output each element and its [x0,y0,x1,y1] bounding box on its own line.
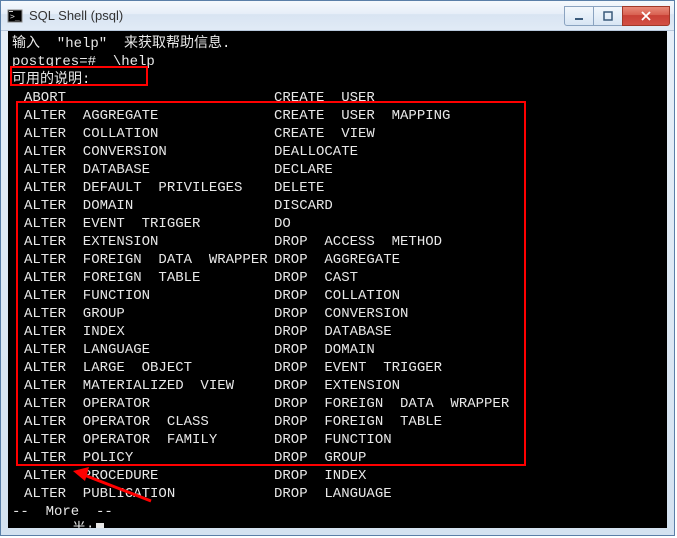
command-left: ALTER COLLATION [12,125,274,143]
command-row: ALTER CONVERSIONDEALLOCATE [12,143,663,161]
command-left: ALTER FOREIGN DATA WRAPPER [12,251,274,269]
command-left: ALTER PROCEDURE [12,467,274,485]
command-right: DROP CONVERSION [274,305,408,323]
command-row: ALTER DOMAINDISCARD [12,197,663,215]
bottom-prompt: 半: [12,521,663,528]
command-right: CREATE USER MAPPING [274,107,450,125]
cursor [96,523,104,528]
command-left: ALTER LARGE OBJECT [12,359,274,377]
command-row: ALTER AGGREGATECREATE USER MAPPING [12,107,663,125]
command-left: ALTER DATABASE [12,161,274,179]
command-right: DROP GROUP [274,449,366,467]
command-row: ALTER OPERATORDROP FOREIGN DATA WRAPPER [12,395,663,413]
prompt-line: postgres=# \help [12,53,663,71]
command-right: DECLARE [274,161,333,179]
command-row: ALTER LARGE OBJECTDROP EVENT TRIGGER [12,359,663,377]
command-left: ALTER FOREIGN TABLE [12,269,274,287]
command-row: ALTER COLLATIONCREATE VIEW [12,125,663,143]
svg-text:>_: >_ [10,12,20,21]
command-right: DROP COLLATION [274,287,400,305]
command-row: ALTER PROCEDUREDROP INDEX [12,467,663,485]
command-list: ABORTCREATE USERALTER AGGREGATECREATE US… [12,89,663,503]
command-right: DROP FUNCTION [274,431,392,449]
command-left: ALTER OPERATOR FAMILY [12,431,274,449]
command-left: ALTER AGGREGATE [12,107,274,125]
command-right: DROP FOREIGN DATA WRAPPER [274,395,509,413]
command-left: ALTER DEFAULT PRIVILEGES [12,179,274,197]
command-row: ALTER MATERIALIZED VIEWDROP EXTENSION [12,377,663,395]
command-row: ALTER DEFAULT PRIVILEGESDELETE [12,179,663,197]
command-left: ALTER FUNCTION [12,287,274,305]
command-row: ALTER FOREIGN TABLEDROP CAST [12,269,663,287]
command-left: ALTER LANGUAGE [12,341,274,359]
command-right: DROP INDEX [274,467,366,485]
command-right: DROP AGGREGATE [274,251,400,269]
command-row: ABORTCREATE USER [12,89,663,107]
app-window: >_ SQL Shell (psql) 输入 "help" 来获取帮助信息. p… [0,0,675,536]
command-row: ALTER EVENT TRIGGERDO [12,215,663,233]
command-row: ALTER FUNCTIONDROP COLLATION [12,287,663,305]
command-left: ALTER DOMAIN [12,197,274,215]
command-row: ALTER PUBLICATIONDROP LANGUAGE [12,485,663,503]
command-right: DROP EXTENSION [274,377,400,395]
window-title: SQL Shell (psql) [29,8,565,23]
command-right: CREATE VIEW [274,125,375,143]
command-right: DROP FOREIGN TABLE [274,413,442,431]
command-row: ALTER DATABASEDECLARE [12,161,663,179]
command-right: DISCARD [274,197,333,215]
command-right: DROP ACCESS METHOD [274,233,442,251]
command-left: ALTER OPERATOR CLASS [12,413,274,431]
app-icon: >_ [7,8,23,24]
close-button[interactable] [622,6,670,26]
command-row: ALTER EXTENSIONDROP ACCESS METHOD [12,233,663,251]
command-right: DO [274,215,291,233]
more-prompt: -- More -- [12,503,663,521]
command-left: ABORT [12,89,274,107]
command-left: ALTER MATERIALIZED VIEW [12,377,274,395]
available-label: 可用的说明: [12,71,663,89]
command-left: ALTER POLICY [12,449,274,467]
command-row: ALTER GROUPDROP CONVERSION [12,305,663,323]
command-left: ALTER OPERATOR [12,395,274,413]
command-right: DROP DOMAIN [274,341,375,359]
command-row: ALTER OPERATOR CLASSDROP FOREIGN TABLE [12,413,663,431]
command-left: ALTER EXTENSION [12,233,274,251]
command-row: ALTER OPERATOR FAMILYDROP FUNCTION [12,431,663,449]
command-row: ALTER FOREIGN DATA WRAPPERDROP AGGREGATE [12,251,663,269]
command-left: ALTER GROUP [12,305,274,323]
command-left: ALTER PUBLICATION [12,485,274,503]
command-right: DROP DATABASE [274,323,392,341]
command-right: DEALLOCATE [274,143,358,161]
intro-line: 输入 "help" 来获取帮助信息. [12,35,663,53]
maximize-button[interactable] [593,6,623,26]
minimize-button[interactable] [564,6,594,26]
command-right: DROP EVENT TRIGGER [274,359,442,377]
command-left: ALTER EVENT TRIGGER [12,215,274,233]
command-row: ALTER LANGUAGEDROP DOMAIN [12,341,663,359]
terminal-area[interactable]: 输入 "help" 来获取帮助信息. postgres=# \help 可用的说… [8,31,667,528]
command-left: ALTER CONVERSION [12,143,274,161]
titlebar[interactable]: >_ SQL Shell (psql) [1,1,674,31]
command-right: DELETE [274,179,324,197]
command-left: ALTER INDEX [12,323,274,341]
command-right: DROP LANGUAGE [274,485,392,503]
command-row: ALTER INDEXDROP DATABASE [12,323,663,341]
window-controls [565,6,670,26]
command-right: CREATE USER [274,89,375,107]
command-right: DROP CAST [274,269,358,287]
command-row: ALTER POLICYDROP GROUP [12,449,663,467]
